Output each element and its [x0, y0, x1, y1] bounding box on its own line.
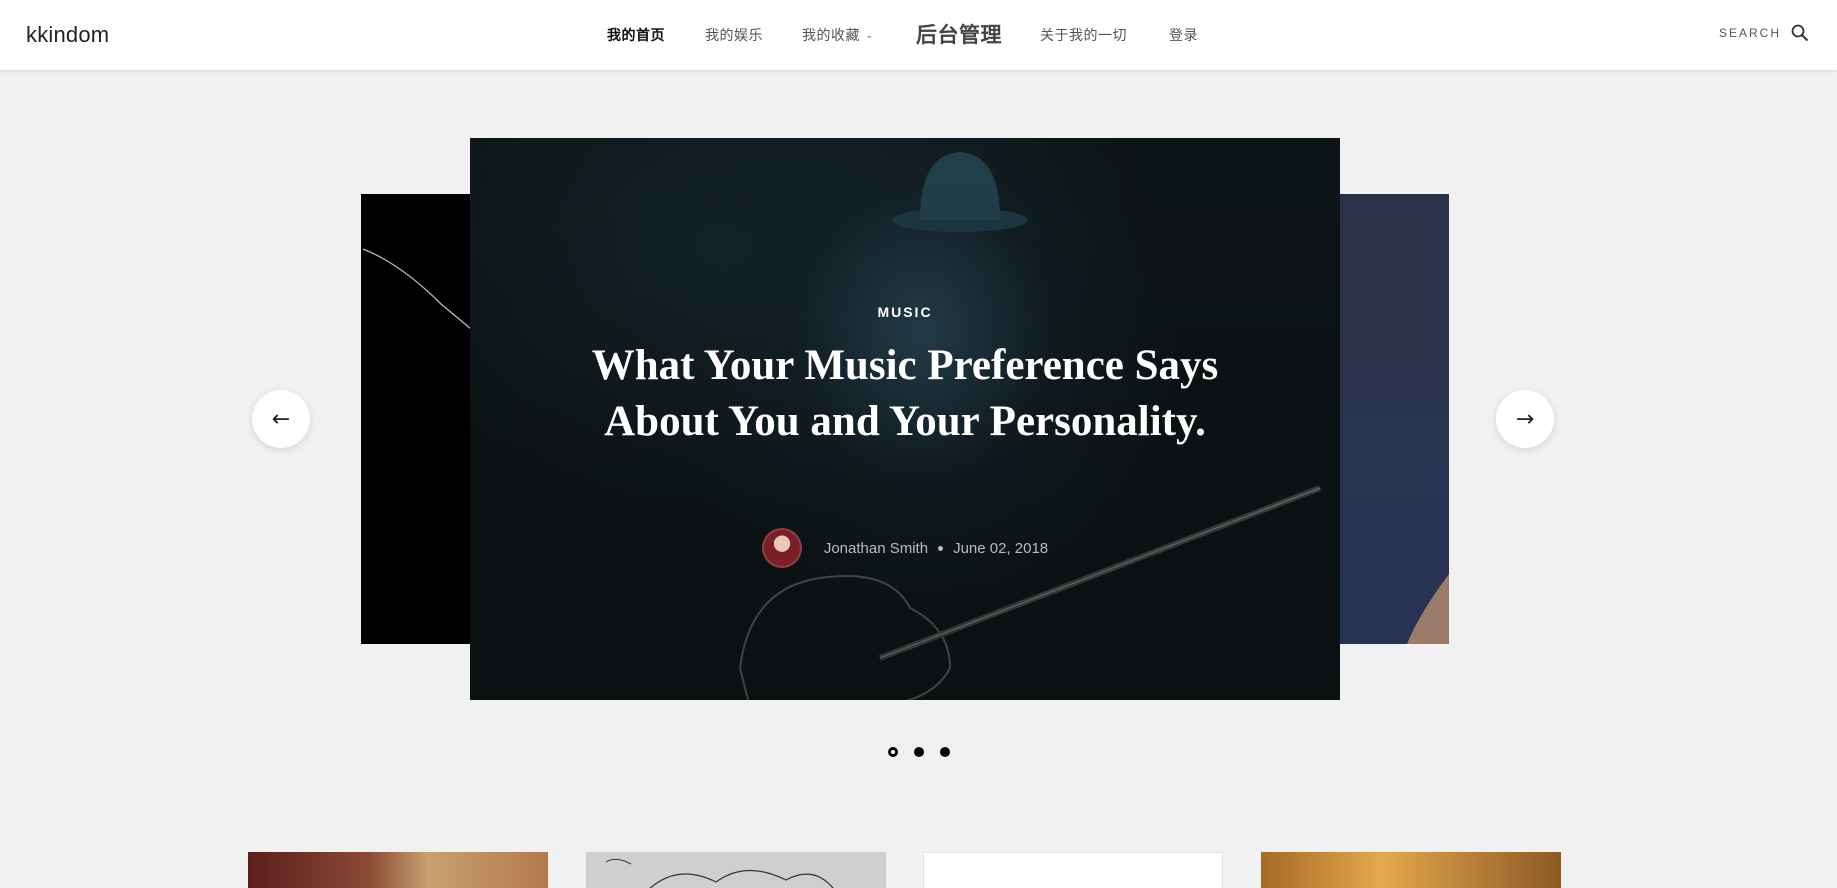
slider-dot-1[interactable]	[887, 747, 898, 757]
sketch-image	[605, 858, 834, 888]
nav-item-favorites[interactable]: 我的收藏 ⌄	[802, 25, 874, 45]
nav-home-label: 我的首页	[607, 28, 665, 44]
next-slide-image	[1407, 574, 1449, 644]
nav-item-login[interactable]: 登录	[1169, 25, 1198, 45]
site-header: kkindom 我的首页 我的娱乐 我的收藏 ⌄ 后台管理 关于我的一切 登录 S…	[0, 0, 1837, 70]
slide-category[interactable]: MUSIC	[470, 304, 1340, 320]
post-card-thumbnail[interactable]	[923, 852, 1223, 888]
author-avatar	[761, 528, 802, 568]
slide-title[interactable]: What Your Music Preference Says About Yo…	[590, 338, 1220, 450]
slider-pagination	[0, 747, 1837, 757]
meta-separator	[938, 545, 944, 551]
featured-slide[interactable]: MUSIC What Your Music Preference Says Ab…	[470, 138, 1340, 700]
nav-entertainment-label: 我的娱乐	[705, 28, 763, 44]
search-icon	[1791, 24, 1809, 42]
search-button[interactable]: SEARCH	[1719, 24, 1809, 42]
nav-item-entertainment[interactable]: 我的娱乐	[705, 25, 763, 45]
nav-item-home[interactable]: 我的首页	[607, 25, 665, 45]
nav-login-label: 登录	[1169, 28, 1198, 44]
slide-prev-preview[interactable]	[361, 194, 471, 644]
arrow-right-icon: →	[1515, 406, 1535, 432]
main-nav: 我的首页 我的娱乐 我的收藏 ⌄ 后台管理 关于我的一切 登录	[0, 0, 1837, 70]
slider-dot-3[interactable]	[939, 747, 950, 757]
nav-favorites-label: 我的收藏	[802, 28, 860, 44]
post-card-thumbnail[interactable]	[586, 852, 886, 888]
post-card-thumbnail[interactable]	[248, 852, 548, 888]
slider-prev-button[interactable]: ←	[252, 390, 310, 448]
guitar-neck-image	[362, 248, 471, 330]
slide-date: June 02, 2018	[953, 539, 1049, 557]
nav-about-label: 关于我的一切	[1040, 28, 1127, 44]
arrow-left-icon: ←	[271, 406, 291, 432]
slider-dot-2[interactable]	[913, 747, 924, 757]
post-card-thumbnail[interactable]	[1261, 852, 1561, 888]
nav-admin-label: 后台管理	[916, 23, 1002, 47]
nav-item-about[interactable]: 关于我的一切	[1040, 25, 1127, 45]
slide-author[interactable]: Jonathan Smith	[824, 540, 928, 557]
nav-item-admin[interactable]: 后台管理	[916, 19, 1002, 49]
slider-next-button[interactable]: →	[1496, 390, 1554, 448]
slide-meta: Jonathan Smith June 02, 2018	[470, 528, 1340, 568]
search-label: SEARCH	[1718, 26, 1781, 40]
slide-next-preview[interactable]	[1339, 194, 1449, 644]
chevron-down-icon: ⌄	[865, 30, 874, 41]
